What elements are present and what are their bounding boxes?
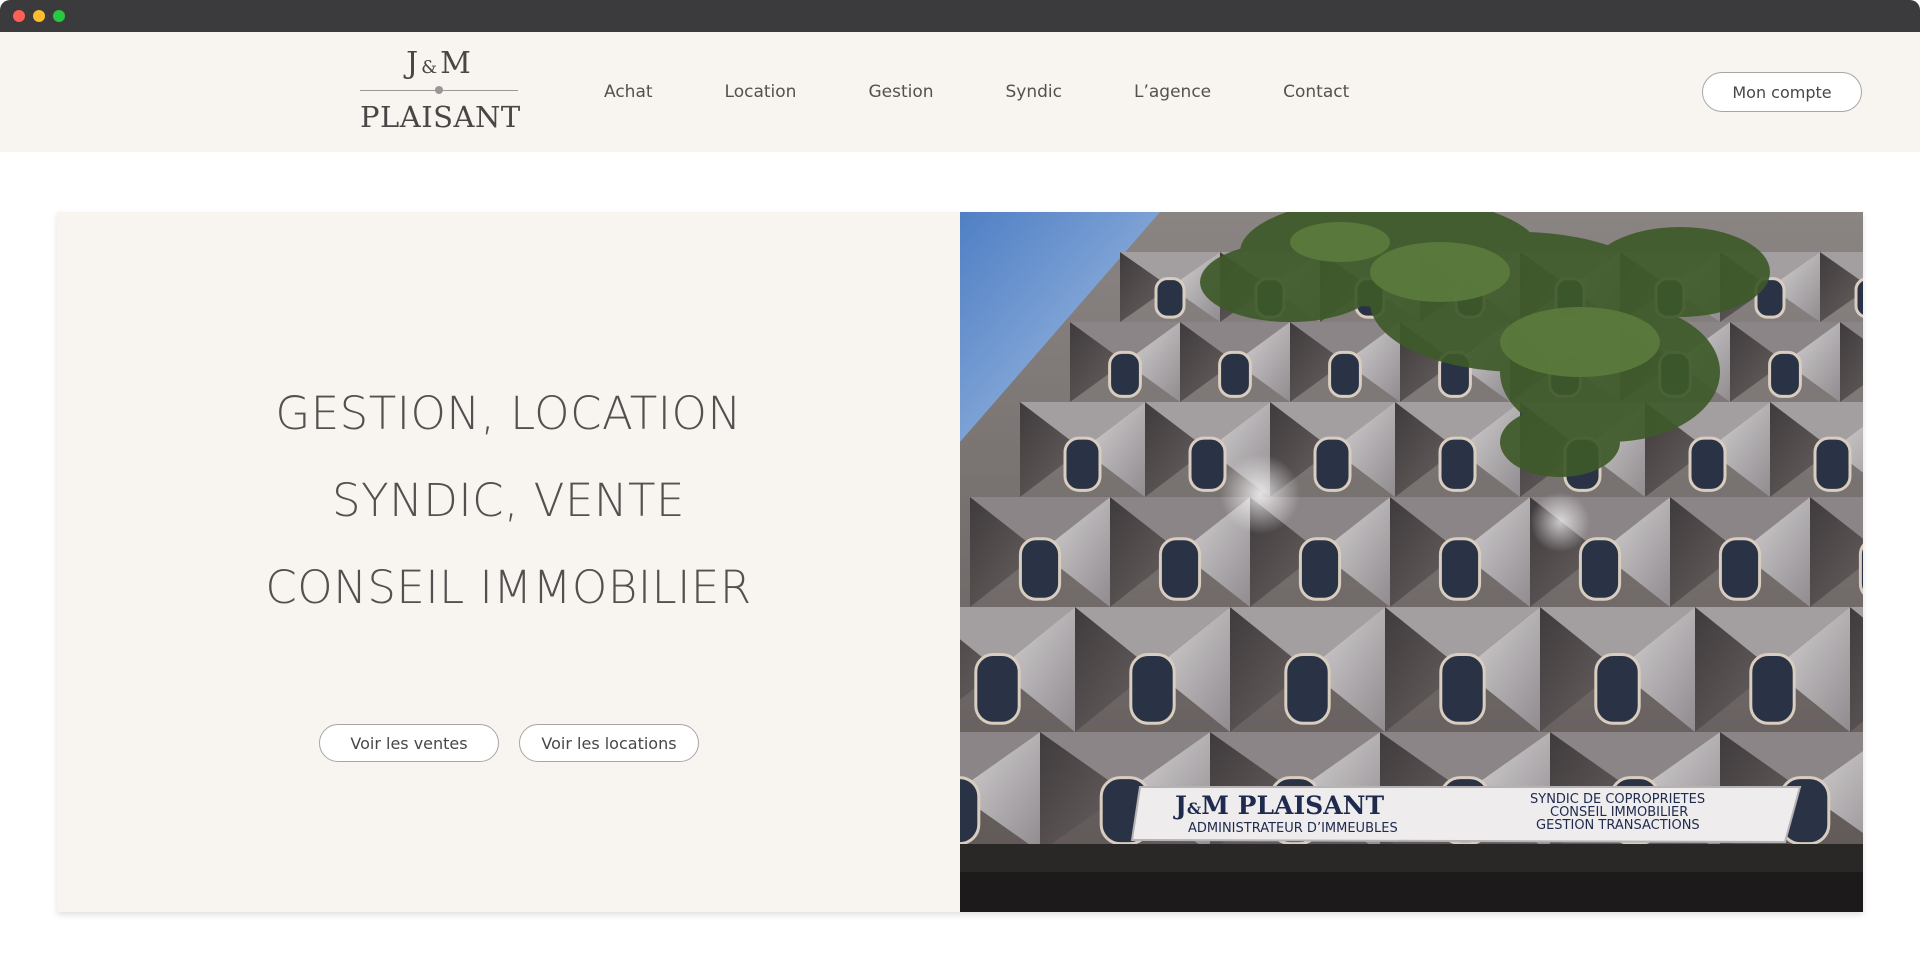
nav-item-agence[interactable]: L’agence: [1134, 82, 1211, 102]
maximize-window-icon[interactable]: [53, 10, 65, 22]
facade-window: [1298, 537, 1342, 601]
logo-ampersand: &: [421, 57, 439, 78]
facade-window: [1188, 436, 1227, 492]
headline-line-2: SYNDIC, VENTE: [332, 474, 685, 527]
facade-window: [1129, 653, 1176, 725]
facade-window: [1108, 350, 1142, 398]
nav-item-achat[interactable]: Achat: [604, 82, 653, 102]
facade-window: [1578, 537, 1622, 601]
facade-window: [1718, 537, 1762, 601]
nav-item-syndic[interactable]: Syndic: [1006, 82, 1063, 102]
facade-window: [1688, 436, 1727, 492]
hero-headline: GESTION, LOCATION SYNDIC, VENTE CONSEIL …: [57, 370, 960, 631]
facade-window: [1594, 653, 1641, 725]
facade-window: [1768, 350, 1802, 398]
site-logo[interactable]: J &M PLAISANT: [360, 46, 521, 138]
logo-divider-dot: [435, 86, 443, 94]
facade-window: [1854, 277, 1863, 318]
logo-initial-j: J: [406, 46, 420, 81]
view-sales-button[interactable]: Voir les ventes: [319, 724, 499, 762]
facade-window: [1158, 537, 1202, 601]
logo-initials: J &M: [360, 46, 518, 81]
building-facade-illustration: J&M PLAISANT ADMINISTRATEUR D’IMMEUBLES …: [960, 212, 1863, 912]
facade-window: [974, 653, 1021, 725]
facade-window: [1328, 350, 1362, 398]
facade-window: [1154, 277, 1186, 319]
facade-window: [1749, 653, 1796, 725]
facade-window: [1018, 537, 1062, 601]
hero-section: GESTION, LOCATION SYNDIC, VENTE CONSEIL …: [57, 212, 1863, 912]
logo-initial-m: M: [440, 46, 472, 81]
close-window-icon[interactable]: [13, 10, 25, 22]
sign-service-3: GESTION TRANSACTIONS: [1536, 818, 1700, 833]
facade-window: [1284, 653, 1331, 725]
minimize-window-icon[interactable]: [33, 10, 45, 22]
nav-item-contact[interactable]: Contact: [1283, 82, 1349, 102]
facade-window: [1218, 350, 1252, 398]
browser-titlebar: [0, 0, 1920, 32]
building-photo: J&M PLAISANT ADMINISTRATEUR D’IMMEUBLES …: [960, 212, 1863, 912]
logo-name: PLAISANT: [360, 100, 521, 134]
facade-window: [1439, 653, 1486, 725]
hero-text-panel: GESTION, LOCATION SYNDIC, VENTE CONSEIL …: [57, 212, 960, 912]
headline-line-3: CONSEIL IMMOBILIER: [265, 561, 752, 614]
nav-item-location[interactable]: Location: [725, 82, 797, 102]
headline-line-1: GESTION, LOCATION: [275, 387, 742, 440]
main-nav: Achat Location Gestion Syndic L’agence C…: [604, 32, 1349, 152]
sign-brand: J&M PLAISANT: [1173, 791, 1384, 820]
site-header: J &M PLAISANT Achat Location Gestion Synd…: [0, 32, 1920, 152]
facade-window: [1313, 436, 1352, 492]
sign-subtitle: ADMINISTRATEUR D’IMMEUBLES: [1188, 821, 1398, 836]
nav-item-gestion[interactable]: Gestion: [868, 82, 933, 102]
view-rentals-button[interactable]: Voir les locations: [519, 724, 699, 762]
facade-facet: [1850, 607, 1863, 732]
hero-buttons: Voir les ventes Voir les locations: [319, 724, 699, 762]
facade-window: [960, 776, 981, 846]
account-button[interactable]: Mon compte: [1702, 72, 1862, 112]
facade-window: [1438, 436, 1477, 492]
facade-window: [1813, 436, 1852, 492]
facade-window: [1438, 537, 1482, 601]
facade-window: [1858, 543, 1863, 595]
facade-window: [1063, 436, 1102, 492]
